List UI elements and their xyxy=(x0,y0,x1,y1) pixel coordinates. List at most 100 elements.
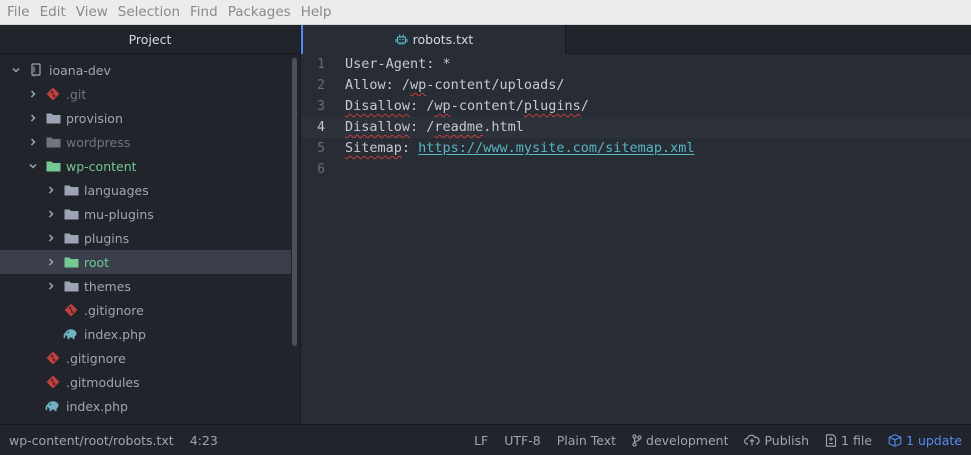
tree-item-plugins[interactable]: plugins xyxy=(0,226,291,250)
tree-item-label: plugins xyxy=(84,230,130,246)
tree-item-label: languages xyxy=(84,182,149,198)
status-line-ending[interactable]: LF xyxy=(474,433,488,448)
code-token: -content/uploads/ xyxy=(426,77,565,93)
tree-scrollbar[interactable] xyxy=(292,58,297,346)
folder-icon xyxy=(63,255,79,269)
text-editor[interactable]: 123456 User-Agent: * Allow: /wp-content/u… xyxy=(301,54,971,424)
status-publish-button[interactable]: Publish xyxy=(744,433,809,448)
tree-item-label: mu-plugins xyxy=(84,206,154,222)
tree-item-mu-plugins[interactable]: mu-plugins xyxy=(0,202,291,226)
git-icon xyxy=(45,87,61,101)
tree-item-wordpress[interactable]: wordpress xyxy=(0,130,291,154)
code-token: Sitemap xyxy=(345,140,402,156)
folder-icon xyxy=(45,135,61,149)
tree-item-wp-content[interactable]: wp-content xyxy=(0,154,291,178)
git-icon xyxy=(63,303,79,317)
tree-item-index-php[interactable]: index.php xyxy=(0,394,291,418)
code-token: : / xyxy=(410,119,435,135)
chevron-down-icon[interactable] xyxy=(10,64,22,76)
tree-item-label: .gitignore xyxy=(66,350,126,366)
status-grammar[interactable]: Plain Text xyxy=(557,433,616,448)
tree-item-root[interactable]: root xyxy=(0,250,291,274)
line-number: 6 xyxy=(317,162,325,177)
tab-robots-txt[interactable]: robots.txt xyxy=(301,25,566,54)
menu-help[interactable]: Help xyxy=(296,0,337,25)
tree-item-provision[interactable]: provision xyxy=(0,106,291,130)
updates-label: 1 update xyxy=(906,432,962,448)
tree-item-ioana-dev[interactable]: ioana-dev xyxy=(0,58,291,82)
status-changed-files[interactable]: 1 file xyxy=(825,433,872,448)
chevron-right-icon[interactable] xyxy=(45,280,57,292)
code-token: wp xyxy=(410,77,427,93)
tree-view[interactable]: ioana-dev .git provision wordpress wp-conten… xyxy=(0,54,301,424)
code-line: User-Agent: * xyxy=(345,54,451,75)
tree-item-dot-gitignore[interactable]: .gitignore xyxy=(0,298,291,322)
folder-icon xyxy=(45,159,61,173)
tree-item-label: wp-content xyxy=(66,158,137,174)
tree-item-label: themes xyxy=(84,278,131,294)
chevron-right-icon[interactable] xyxy=(45,184,57,196)
chevron-down-icon[interactable] xyxy=(27,160,39,172)
menu-edit[interactable]: Edit xyxy=(35,0,71,25)
tree-item-label: index.php xyxy=(66,398,128,414)
tree-view-header[interactable]: Project xyxy=(0,25,301,54)
status-package-updates[interactable]: 1 update xyxy=(888,433,962,448)
sitemap-link[interactable]: https://www.mysite.com/sitemap.xml xyxy=(418,140,694,156)
menu-bar: File Edit View Selection Find Packages H… xyxy=(0,0,971,25)
tree-item-dot-gitignore[interactable]: .gitignore xyxy=(0,346,291,370)
line-number-gutter[interactable]: 1 2 3 4 5 6 xyxy=(301,54,335,424)
code-line: Sitemap: https://www.mysite.com/sitemap.… xyxy=(345,138,695,159)
line-number: 5 xyxy=(317,141,325,156)
status-cursor-position[interactable]: 4:23 xyxy=(190,433,218,448)
line-number: 2 xyxy=(317,78,325,93)
git-icon xyxy=(45,375,61,389)
line-number: 1 xyxy=(317,57,325,72)
folder-icon xyxy=(63,279,79,293)
chevron-right-icon[interactable] xyxy=(45,208,57,220)
tree-item-label: provision xyxy=(66,110,123,126)
status-file-path[interactable]: wp-content/root/robots.txt xyxy=(9,433,174,448)
code-line: Disallow: /readme.html xyxy=(345,117,524,138)
php-elephant-icon xyxy=(45,399,61,413)
code-line: Allow: /wp-content/uploads/ xyxy=(345,75,564,96)
chevron-right-icon[interactable] xyxy=(27,88,39,100)
tab-title: robots.txt xyxy=(412,32,474,47)
tree-item-label: .gitmodules xyxy=(66,374,140,390)
code-token: Allow: / xyxy=(345,77,411,93)
chevron-right-icon[interactable] xyxy=(45,232,57,244)
code-token: .html xyxy=(483,119,524,135)
cloud-upload-icon xyxy=(744,434,761,446)
tree-item-dot-gitmodules[interactable]: .gitmodules xyxy=(0,370,291,394)
status-encoding[interactable]: UTF-8 xyxy=(504,433,540,448)
chevron-right-icon[interactable] xyxy=(27,136,39,148)
code-line: Disallow: /wp-content/plugins/ xyxy=(345,96,589,117)
code-token: User-Agent: * xyxy=(345,56,451,72)
tree-item-label: root xyxy=(84,254,110,270)
menu-file[interactable]: File xyxy=(2,0,35,25)
tree-item-dot-git[interactable]: .git xyxy=(0,82,291,106)
changed-files-label: 1 file xyxy=(841,432,873,448)
tree-item-languages[interactable]: languages xyxy=(0,178,291,202)
menu-find[interactable]: Find xyxy=(185,0,223,25)
menu-view[interactable]: View xyxy=(71,0,113,25)
line-number: 4 xyxy=(317,120,325,135)
git-branch-icon xyxy=(632,433,642,447)
menu-packages[interactable]: Packages xyxy=(223,0,296,25)
chevron-right-icon[interactable] xyxy=(27,112,39,124)
code-token: / xyxy=(580,98,589,114)
status-bar: wp-content/root/robots.txt 4:23 LF UTF-8… xyxy=(0,424,971,455)
publish-label: Publish xyxy=(764,432,810,448)
diff-file-icon xyxy=(825,433,837,447)
tab-bar: robots.txt xyxy=(301,25,971,54)
menu-selection[interactable]: Selection xyxy=(113,0,185,25)
tree-item-index-php[interactable]: index.php xyxy=(0,322,291,346)
code-token: Disallow xyxy=(345,119,411,135)
tree-item-label: .git xyxy=(66,86,87,102)
tree-item-label: index.php xyxy=(84,326,146,342)
tree-item-label: wordpress xyxy=(66,134,131,150)
status-branch[interactable]: development xyxy=(632,433,728,448)
chevron-right-icon[interactable] xyxy=(45,256,57,268)
tree-view-title: Project xyxy=(128,31,172,47)
code-token: wp xyxy=(434,98,451,114)
tree-item-themes[interactable]: themes xyxy=(0,274,291,298)
